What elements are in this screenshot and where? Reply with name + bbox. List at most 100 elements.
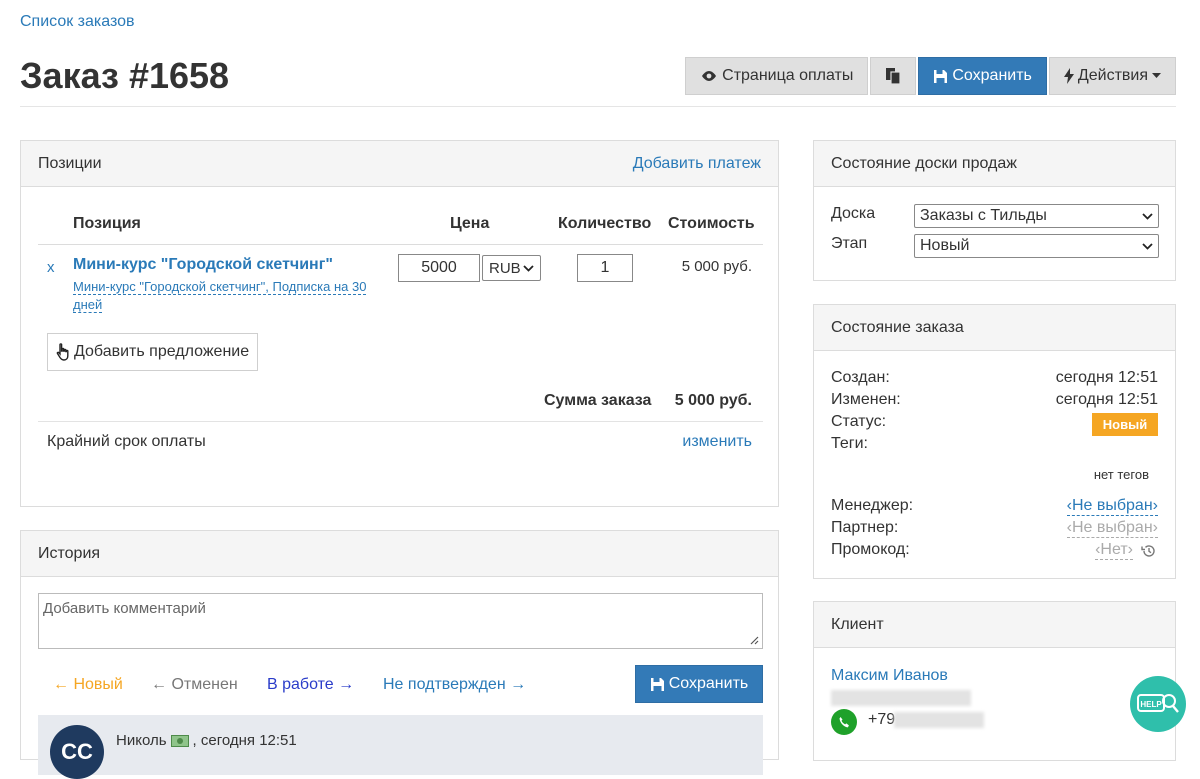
divider xyxy=(38,421,763,422)
bolt-icon xyxy=(1063,68,1074,84)
floppy-icon xyxy=(934,69,948,83)
help-button[interactable]: HELP xyxy=(1130,676,1186,732)
add-offer-button[interactable]: Добавить предложение xyxy=(47,333,259,371)
promo-select-link[interactable]: ‹Нет› xyxy=(1095,541,1133,560)
status-cancelled-link[interactable]: ← Отменен xyxy=(151,676,238,694)
deadline-change-link[interactable]: изменить xyxy=(682,433,752,451)
avatar: CC xyxy=(50,725,104,779)
status-new-link[interactable]: ← Новый xyxy=(53,676,123,694)
col-position: Позиция xyxy=(73,215,141,232)
board-label: Доска xyxy=(831,205,876,222)
chevron-down-icon xyxy=(1142,242,1153,250)
history-time: , сегодня 12:51 xyxy=(192,732,297,749)
currency-select[interactable]: RUB xyxy=(482,255,541,281)
help-search-icon: HELP xyxy=(1137,694,1179,713)
chevron-down-icon xyxy=(523,264,534,272)
floppy-icon xyxy=(650,677,664,691)
breadcrumb-orders-list[interactable]: Список заказов xyxy=(20,13,135,31)
caret-down-icon xyxy=(1152,73,1161,78)
actions-dropdown[interactable]: Действия xyxy=(1048,57,1176,95)
col-price: Цена xyxy=(450,215,490,232)
status-unconfirmed-link[interactable]: Не подтвержден → xyxy=(383,676,526,694)
history-title: История xyxy=(38,544,101,562)
board-state-title: Состояние доски продаж xyxy=(831,154,1017,172)
positions-title: Позиции xyxy=(38,154,102,172)
modified-label: Изменен: xyxy=(831,391,901,408)
remove-position-button[interactable]: x xyxy=(47,259,55,276)
status-badge: Новый xyxy=(1092,413,1158,436)
col-quantity: Количество xyxy=(558,215,652,232)
add-payment-link[interactable]: Добавить платеж xyxy=(633,155,761,173)
order-sum-value: 5 000 руб. xyxy=(674,392,752,409)
client-phone-redacted xyxy=(894,712,984,728)
tags-label: Теги: xyxy=(831,435,868,452)
client-name-link[interactable]: Максим Иванов xyxy=(831,667,948,685)
history-author: Николь xyxy=(116,732,167,749)
help-label: HELP xyxy=(1140,700,1162,709)
product-title-link[interactable]: Мини-курс "Городской скетчинг" xyxy=(73,256,333,274)
history-save-button[interactable]: Сохранить xyxy=(635,665,763,703)
board-select[interactable]: Заказы с Тильды xyxy=(914,204,1159,228)
board-state-header: Состояние доски продаж xyxy=(814,141,1175,187)
client-header: Клиент xyxy=(814,602,1175,648)
history-header: История xyxy=(21,531,778,577)
board-state-panel: Состояние доски продаж Доска Заказы с Ти… xyxy=(813,140,1176,281)
product-offer-text: Мини-курс "Городской скетчинг", Подписка… xyxy=(73,279,367,313)
comment-placeholder: Добавить комментарий xyxy=(43,600,206,617)
history-entry-meta: Николь , сегодня 12:51 xyxy=(116,732,297,749)
product-offer-link[interactable]: Мини-курс "Городской скетчинг", Подписка… xyxy=(73,278,373,314)
payment-page-button[interactable]: Страница оплаты xyxy=(685,57,869,95)
partner-select-link[interactable]: ‹Не выбран› xyxy=(1066,519,1158,538)
deadline-label: Крайний срок оплаты xyxy=(47,433,206,450)
order-state-header: Состояние заказа xyxy=(814,305,1175,351)
order-state-title: Состояние заказа xyxy=(831,318,964,336)
add-offer-label: Добавить предложение xyxy=(74,343,250,360)
copy-icon xyxy=(886,68,901,85)
col-cost: Стоимость xyxy=(668,215,755,232)
manager-label: Менеджер: xyxy=(831,497,914,514)
partner-label: Партнер: xyxy=(831,519,899,536)
copy-button[interactable] xyxy=(870,57,917,95)
client-phone: +79 xyxy=(868,711,896,728)
positions-table-header: Позиция Цена Количество Стоимость xyxy=(38,213,763,245)
promo-label: Промокод: xyxy=(831,541,910,558)
board-select-value: Заказы с Тильды xyxy=(920,207,1047,224)
history-icon[interactable] xyxy=(1141,544,1156,558)
resize-grip-icon[interactable] xyxy=(750,636,759,645)
order-sum-label: Сумма заказа xyxy=(544,392,652,409)
payment-page-label: Страница оплаты xyxy=(722,67,854,84)
history-save-label: Сохранить xyxy=(668,675,749,692)
positions-panel: Позиции Добавить платеж Позиция Цена Кол… xyxy=(20,140,779,507)
page-title: Заказ #1658 xyxy=(20,55,230,96)
stage-select[interactable]: Новый xyxy=(914,234,1159,258)
toolbar: Страница оплаты Сохранить Действия xyxy=(685,57,1176,95)
status-label: Статус: xyxy=(831,413,887,430)
manager-select-link[interactable]: ‹Не выбран› xyxy=(1066,497,1158,516)
price-input[interactable]: 5000 xyxy=(398,254,480,282)
client-email-redacted xyxy=(831,690,971,706)
created-value: сегодня 12:51 xyxy=(1055,369,1158,386)
stage-select-value: Новый xyxy=(920,237,970,254)
title-divider xyxy=(20,106,1176,107)
money-icon xyxy=(170,734,189,747)
client-panel: Клиент Максим Иванов +79 xyxy=(813,601,1176,761)
actions-label: Действия xyxy=(1077,67,1148,84)
currency-value: RUB xyxy=(489,259,521,277)
status-in-progress-link[interactable]: В работе → xyxy=(267,676,354,694)
row-cost: 5 000 руб. xyxy=(681,258,752,275)
chevron-down-icon xyxy=(1142,212,1153,220)
pointer-hand-icon xyxy=(56,343,69,361)
comment-textarea[interactable]: Добавить комментарий xyxy=(38,593,763,649)
tags-value: нет тегов xyxy=(1093,467,1149,482)
eye-icon xyxy=(702,71,717,81)
history-panel: История Добавить комментарий ← Новый ← О… xyxy=(20,530,779,779)
history-entry: CC Николь , сегодня 12:51 xyxy=(38,715,763,779)
stage-label: Этап xyxy=(831,235,868,252)
quantity-input[interactable]: 1 xyxy=(577,254,633,282)
phone-icon[interactable] xyxy=(831,709,857,735)
created-label: Создан: xyxy=(831,369,890,386)
save-button[interactable]: Сохранить xyxy=(918,57,1047,95)
client-title: Клиент xyxy=(831,615,884,633)
modified-value: сегодня 12:51 xyxy=(1055,391,1158,408)
save-label: Сохранить xyxy=(952,67,1032,84)
